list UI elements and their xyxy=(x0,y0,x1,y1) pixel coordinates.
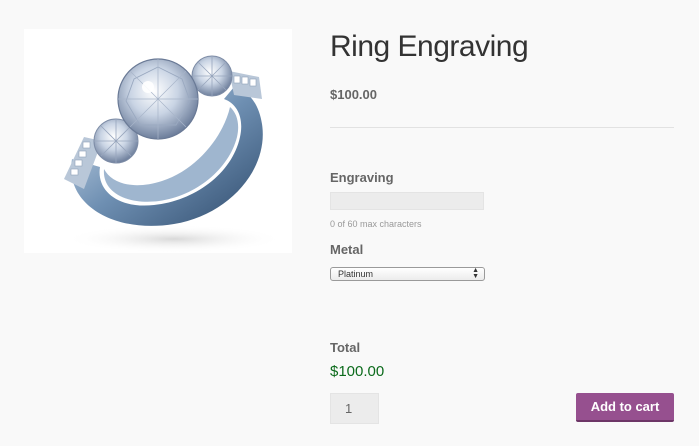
engraving-input[interactable] xyxy=(330,192,484,210)
metal-selected-value: Platinum xyxy=(338,269,374,279)
product-summary: Ring Engraving $100.00 Engraving 0 of 60… xyxy=(330,0,675,446)
product-price: $100.00 xyxy=(330,87,377,102)
quantity-input[interactable] xyxy=(330,393,379,424)
engraving-label: Engraving xyxy=(330,170,394,185)
engraving-char-count: 0 of 60 max characters xyxy=(330,219,422,229)
metal-label: Metal xyxy=(330,242,364,257)
metal-select[interactable]: Platinum ▲ ▼ xyxy=(330,267,485,281)
product-image[interactable] xyxy=(24,29,292,253)
add-to-cart-button[interactable]: Add to cart xyxy=(576,393,674,422)
diamond-ring-image xyxy=(64,55,284,253)
product-title: Ring Engraving xyxy=(330,30,529,63)
divider xyxy=(330,127,674,128)
total-label: Total xyxy=(330,340,361,355)
total-price: $100.00 xyxy=(330,363,385,380)
select-arrows-icon: ▲ ▼ xyxy=(472,267,479,280)
